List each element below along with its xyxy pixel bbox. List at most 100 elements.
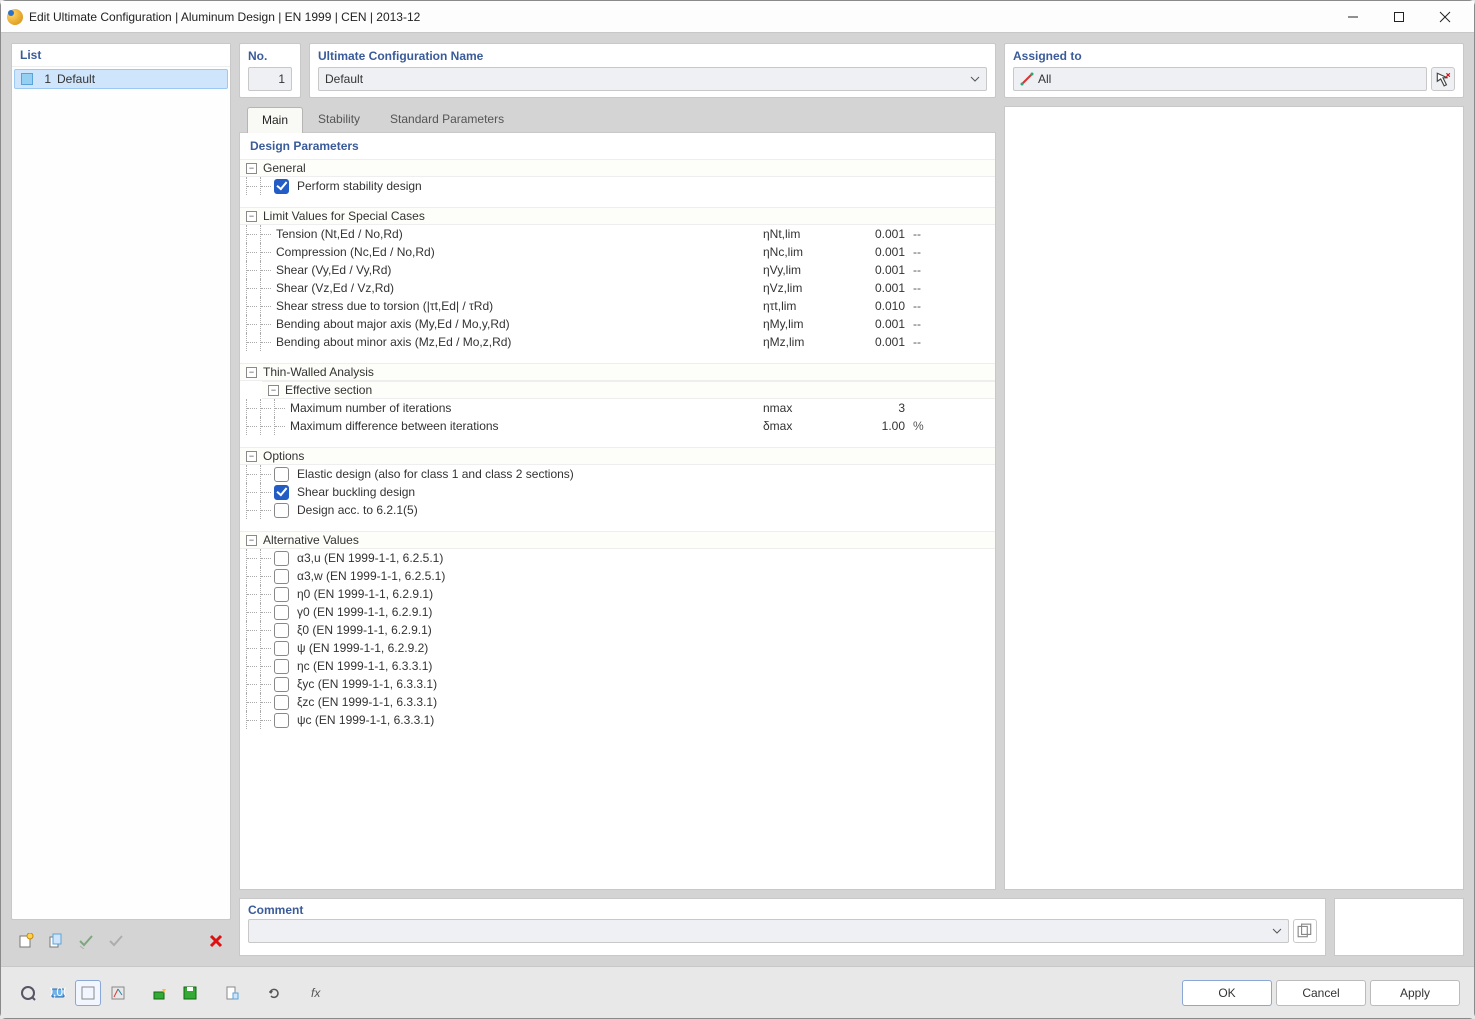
param-value[interactable]: 0.001 [829, 263, 909, 277]
param-symbol: nmax [759, 401, 829, 415]
param-value[interactable]: 0.010 [829, 299, 909, 313]
footer: 0,00 fx OK Cancel Apply [1, 966, 1474, 1018]
checkbox[interactable] [274, 623, 289, 638]
param-symbol: ηMy,lim [759, 317, 829, 331]
group-header[interactable]: −General [240, 159, 995, 177]
param-row: Shear (Vy,Ed / Vy,Rd)ηVy,lim0.001-- [240, 261, 995, 279]
check-all-button[interactable] [73, 928, 99, 954]
param-row: Bending about minor axis (Mz,Ed / Mo,z,R… [240, 333, 995, 351]
checkbox[interactable] [274, 641, 289, 656]
param-value[interactable]: 0.001 [829, 335, 909, 349]
no-label: No. [248, 46, 292, 67]
checkbox[interactable] [274, 659, 289, 674]
param-label: α3,u (EN 1999-1-1, 6.2.5.1) [295, 551, 989, 565]
no-field[interactable]: 1 [248, 67, 292, 91]
titlebar: Edit Ultimate Configuration | Aluminum D… [1, 1, 1474, 33]
param-row: Design acc. to 6.2.1(5) [240, 501, 995, 519]
param-symbol: ηMz,lim [759, 335, 829, 349]
list-item-default[interactable]: 1 Default [14, 69, 228, 89]
ok-label: OK [1218, 986, 1235, 1000]
collapse-icon: − [246, 367, 257, 378]
clipboard-button[interactable] [219, 980, 245, 1006]
checkbox[interactable] [274, 179, 289, 194]
collapse-icon: − [268, 385, 279, 396]
checkbox[interactable] [274, 587, 289, 602]
checkbox[interactable] [274, 467, 289, 482]
help-button[interactable] [15, 980, 41, 1006]
param-value[interactable]: 3 [829, 401, 909, 415]
config-name-field[interactable]: Default [318, 67, 987, 91]
checkbox[interactable] [274, 695, 289, 710]
param-unit: -- [909, 317, 989, 331]
minimize-button[interactable] [1330, 1, 1376, 33]
param-value[interactable]: 1.00 [829, 419, 909, 433]
param-label: Maximum difference between iterations [288, 419, 759, 433]
assigned-value: All [1038, 72, 1051, 86]
param-value[interactable]: 0.001 [829, 317, 909, 331]
save-button[interactable] [177, 980, 203, 1006]
group-header[interactable]: −Limit Values for Special Cases [240, 207, 995, 225]
tab-stability[interactable]: Stability [303, 106, 375, 132]
param-row: Elastic design (also for class 1 and cla… [240, 465, 995, 483]
section-title: Design Parameters [240, 133, 995, 157]
param-symbol: ηNt,lim [759, 227, 829, 241]
param-unit: % [909, 419, 989, 433]
maximize-button[interactable] [1376, 1, 1422, 33]
load-button[interactable] [147, 980, 173, 1006]
checkbox[interactable] [274, 503, 289, 518]
group-header[interactable]: −Effective section [262, 381, 995, 399]
param-label: γ0 (EN 1999-1-1, 6.2.9.1) [295, 605, 989, 619]
tab-standard-parameters[interactable]: Standard Parameters [375, 106, 519, 132]
param-label: Shear buckling design [295, 485, 989, 499]
close-button[interactable] [1422, 1, 1468, 33]
checkbox[interactable] [274, 551, 289, 566]
comment-library-button[interactable] [1293, 919, 1317, 943]
ok-button[interactable]: OK [1182, 980, 1272, 1006]
param-row: Maximum number of iterationsnmax3 [240, 399, 995, 417]
uncheck-all-button[interactable] [103, 928, 129, 954]
svg-text:fx: fx [311, 986, 321, 1000]
function-button[interactable]: fx [303, 980, 329, 1006]
units-button[interactable]: 0,00 [45, 980, 71, 1006]
param-row: α3,u (EN 1999-1-1, 6.2.5.1) [240, 549, 995, 567]
checkbox[interactable] [274, 485, 289, 500]
config-name-label: Ultimate Configuration Name [318, 46, 987, 67]
param-label: η0 (EN 1999-1-1, 6.2.9.1) [295, 587, 989, 601]
param-value[interactable]: 0.001 [829, 245, 909, 259]
checkbox[interactable] [274, 605, 289, 620]
param-row: Bending about major axis (My,Ed / Mo,y,R… [240, 315, 995, 333]
apply-button[interactable]: Apply [1370, 980, 1460, 1006]
list-item-number: 1 [39, 72, 51, 86]
group-header[interactable]: −Options [240, 447, 995, 465]
group-header[interactable]: −Thin-Walled Analysis [240, 363, 995, 381]
graphic-button[interactable] [105, 980, 131, 1006]
param-symbol: ηVz,lim [759, 281, 829, 295]
param-label: Tension (Nt,Ed / No,Rd) [274, 227, 759, 241]
group-header[interactable]: −Alternative Values [240, 531, 995, 549]
assigned-field[interactable]: All [1013, 67, 1427, 91]
param-value[interactable]: 0.001 [829, 227, 909, 241]
param-row: Shear stress due to torsion (|τt,Ed| / τ… [240, 297, 995, 315]
checkbox[interactable] [274, 569, 289, 584]
param-unit: -- [909, 227, 989, 241]
view-button[interactable] [75, 980, 101, 1006]
new-button[interactable] [13, 928, 39, 954]
checkbox[interactable] [274, 677, 289, 692]
tab-main[interactable]: Main [247, 107, 303, 133]
svg-text:0,00: 0,00 [50, 985, 66, 999]
cancel-button[interactable]: Cancel [1276, 980, 1366, 1006]
param-row: Maximum difference between iterationsδma… [240, 417, 995, 435]
param-value[interactable]: 0.001 [829, 281, 909, 295]
reset-button[interactable] [261, 980, 287, 1006]
copy-button[interactable] [43, 928, 69, 954]
select-members-button[interactable] [1431, 67, 1455, 91]
param-label: ψ (EN 1999-1-1, 6.2.9.2) [295, 641, 989, 655]
param-unit: -- [909, 281, 989, 295]
checkbox[interactable] [274, 713, 289, 728]
member-icon [1020, 72, 1034, 86]
preview-panel [1004, 106, 1464, 890]
param-label: Design acc. to 6.2.1(5) [295, 503, 989, 517]
comment-field[interactable] [248, 919, 1289, 943]
delete-button[interactable] [203, 928, 229, 954]
param-label: ξzc (EN 1999-1-1, 6.3.3.1) [295, 695, 989, 709]
